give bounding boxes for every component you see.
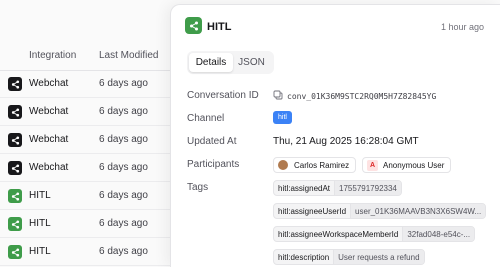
conversation-id-text: conv_01K36M9STC2RQ0M5H7Z82845YG — [287, 92, 437, 102]
conversation-id-label: Conversation ID — [187, 90, 259, 101]
last-modified: 6 days ago — [99, 162, 148, 173]
tab-details[interactable]: Details — [189, 53, 233, 72]
tag-key: hitl:description — [278, 252, 330, 262]
last-modified: 6 days ago — [99, 190, 148, 201]
tag-value: User requests a refund — [333, 250, 424, 264]
tag-chip: hitl:assigneeWorkspaceMemberId 32fad048-… — [273, 226, 476, 242]
tag-key: hitl:assignedAt — [278, 183, 331, 193]
share-icon — [8, 217, 22, 231]
last-modified: 6 days ago — [99, 106, 148, 117]
integration-name: HITL — [29, 218, 51, 229]
conversation-detail-panel: HITL 1 hour ago Details JSON Conversatio… — [170, 4, 500, 267]
tags-label: Tags — [187, 182, 209, 193]
integration-name: Webchat — [29, 78, 69, 89]
tag-chip: hitl:assigneeUserId user_01K36MAAVB3N3X6… — [273, 203, 487, 219]
anonymous-avatar: A — [367, 159, 378, 171]
share-icon — [8, 133, 22, 147]
last-modified: 6 days ago — [99, 218, 148, 229]
participant-name: Carlos Ramirez — [294, 160, 350, 170]
participants-label: Participants — [187, 159, 240, 170]
last-modified: 6 days ago — [99, 246, 148, 257]
share-icon — [185, 17, 202, 34]
participant-name: Anonymous User — [383, 160, 445, 170]
tag-chip: hitl:assignedAt 1755791792334 — [273, 180, 402, 196]
tag-value: user_01K36MAAVB3N3X6SW4W... — [350, 204, 486, 218]
updated-at-value: Thu, 21 Aug 2025 16:28:04 GMT — [273, 136, 419, 147]
integration-name: HITL — [29, 246, 51, 257]
updated-at-label: Updated At — [187, 136, 237, 147]
share-icon — [8, 77, 22, 91]
channel-badge: hitl — [273, 111, 292, 124]
copy-icon[interactable] — [273, 90, 283, 103]
tag-key: hitl:assigneeUserId — [278, 206, 347, 216]
last-modified: 6 days ago — [99, 134, 148, 145]
tab-bar: Details JSON — [187, 51, 274, 74]
channel-label: Channel — [187, 113, 225, 124]
avatar — [278, 160, 288, 170]
participant-chip[interactable]: A Anonymous User — [362, 157, 452, 173]
share-icon — [8, 189, 22, 203]
tag-key: hitl:assigneeWorkspaceMemberId — [278, 229, 399, 239]
panel-timestamp: 1 hour ago — [440, 22, 484, 32]
share-icon — [8, 245, 22, 259]
share-icon — [8, 105, 22, 119]
integration-name: Webchat — [29, 134, 69, 145]
share-icon — [8, 161, 22, 175]
tag-chip: hitl:description User requests a refund — [273, 249, 425, 265]
tab-json[interactable]: JSON — [233, 53, 270, 72]
integration-name: Webchat — [29, 162, 69, 173]
panel-title: HITL — [207, 21, 232, 33]
participant-chip[interactable]: Carlos Ramirez — [273, 157, 357, 173]
column-header-integration[interactable]: Integration — [29, 50, 76, 61]
last-modified: 6 days ago — [99, 78, 148, 89]
column-header-last-modified[interactable]: Last Modified — [99, 50, 158, 61]
integration-name: Webchat — [29, 106, 69, 117]
tag-value: 32fad048-e54c-... — [402, 227, 475, 241]
integration-name: HITL — [29, 190, 51, 201]
conversation-id-value[interactable]: conv_01K36M9STC2RQ0M5H7Z82845YG — [273, 90, 436, 103]
tag-value: 1755791792334 — [334, 181, 401, 195]
